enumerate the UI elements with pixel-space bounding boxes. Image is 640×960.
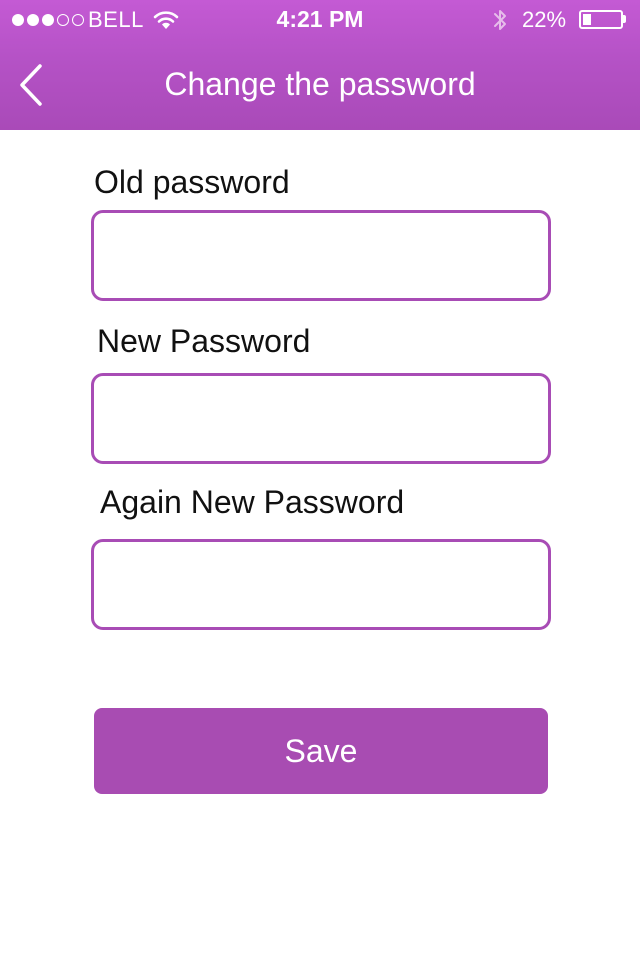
status-bar: BELL 4:21 PM 22% — [0, 0, 640, 40]
battery-tip — [623, 15, 626, 23]
battery-percent: 22% — [522, 7, 567, 32]
bluetooth-icon — [494, 10, 506, 30]
save-button[interactable]: Save — [94, 708, 548, 794]
battery-level — [583, 14, 591, 25]
new-password-input[interactable] — [91, 373, 551, 464]
old-password-label: Old password — [94, 164, 290, 200]
new-password-label: New Password — [97, 323, 311, 359]
confirm-password-label: Again New Password — [100, 484, 405, 520]
old-password-input[interactable] — [91, 210, 551, 301]
battery-icon — [579, 10, 623, 29]
confirm-password-input[interactable] — [91, 539, 551, 630]
header-bar: BELL 4:21 PM 22% Change the password — [0, 0, 640, 130]
page-title: Change the password — [164, 66, 476, 102]
change-password-screen: BELL 4:21 PM 22% Change the password Old… — [0, 0, 640, 960]
